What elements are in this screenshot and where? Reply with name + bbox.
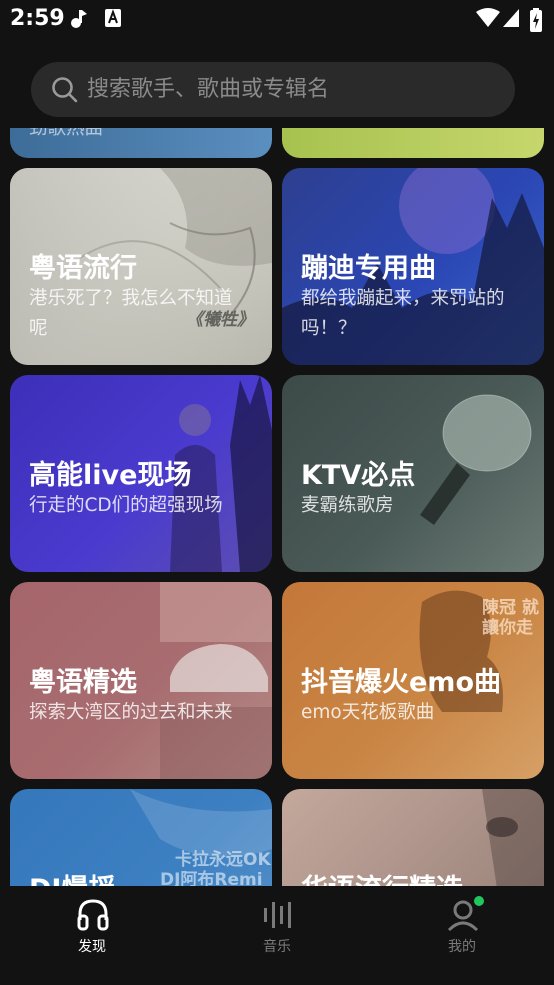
nav-label: 我的 xyxy=(448,939,476,955)
search-icon xyxy=(52,77,78,103)
notification-dot-icon xyxy=(474,896,484,906)
card-subtitle: emo天花板歌曲 xyxy=(301,702,435,723)
card-subtitle: 麦霸练歌房 xyxy=(301,495,394,516)
search-input[interactable] xyxy=(87,62,487,117)
headphones-icon xyxy=(77,899,109,931)
deco-text: 陳冠 就讓你走 xyxy=(482,598,539,638)
equalizer-icon xyxy=(264,902,291,928)
nav-tab-music[interactable]: 音乐 xyxy=(217,886,337,985)
card-title: 高能live现场 xyxy=(29,460,192,491)
notification-icon xyxy=(71,10,87,28)
card-title: 粤语精选 xyxy=(29,667,137,698)
category-card-mandarin-pop[interactable]: 华语流行精选 xyxy=(282,789,544,886)
category-card-douyin-emo[interactable]: 陳冠 就讓你走 抖音爆火emo曲 emo天花板歌曲 xyxy=(282,582,544,779)
battery-icon xyxy=(530,8,542,32)
nav-label: 音乐 xyxy=(263,939,291,955)
card-title: DJ慢摇 xyxy=(29,867,115,886)
card-title: 抖音爆火emo曲 xyxy=(301,667,501,698)
card-subtitle: 劲歌热曲 xyxy=(29,128,104,139)
category-grid[interactable]: 劲歌热曲 《犧牲》 粤语流行 港乐死了？我怎么不知道呢 蹦迪专用曲 都给我蹦起来… xyxy=(0,128,554,886)
card-title: KTV必点 xyxy=(301,460,416,491)
category-card-partial-right[interactable] xyxy=(282,128,544,158)
category-card-disco[interactable]: 蹦迪专用曲 都给我蹦起来，来罚站的吗！？ xyxy=(282,168,544,365)
card-title: 华语流行精选 xyxy=(301,867,463,886)
keyboard-a-icon xyxy=(105,9,121,27)
signal-icon xyxy=(503,9,519,27)
card-title: 蹦迪专用曲 xyxy=(301,253,436,284)
category-card-cantonese-pop[interactable]: 《犧牲》 粤语流行 港乐死了？我怎么不知道呢 xyxy=(10,168,272,365)
nav-tab-mine[interactable]: 我的 xyxy=(402,886,522,985)
search-bar[interactable] xyxy=(31,62,515,117)
category-card-ktv[interactable]: KTV必点 麦霸练歌房 xyxy=(282,375,544,572)
card-title: 粤语流行 xyxy=(29,253,137,284)
category-card-cantonese-select[interactable]: 粤语精选 探索大湾区的过去和未来 xyxy=(10,582,272,779)
category-card-dj[interactable]: 卡拉永远OK DJ阿布Remi DJ慢摇 xyxy=(10,789,272,886)
status-time: 2:59 xyxy=(10,6,65,31)
card-subtitle: 都给我蹦起来，来罚站的吗！？ xyxy=(301,288,505,339)
category-card-partial-left[interactable]: 劲歌热曲 xyxy=(10,128,272,158)
category-card-live[interactable]: 高能live现场 行走的CD们的超强现场 xyxy=(10,375,272,572)
nav-label: 发现 xyxy=(78,939,106,955)
deco-text: DJ阿布Remi xyxy=(160,870,263,886)
bottom-nav: 发现 音乐 我的 xyxy=(0,886,554,985)
status-bar: 2:59 xyxy=(0,0,554,40)
wifi-icon xyxy=(476,8,500,27)
nav-tab-discover[interactable]: 发现 xyxy=(32,886,152,985)
card-subtitle: 行走的CD们的超强现场 xyxy=(29,495,223,516)
card-subtitle: 探索大湾区的过去和未来 xyxy=(29,702,233,723)
card-subtitle: 港乐死了？我怎么不知道呢 xyxy=(29,288,233,339)
